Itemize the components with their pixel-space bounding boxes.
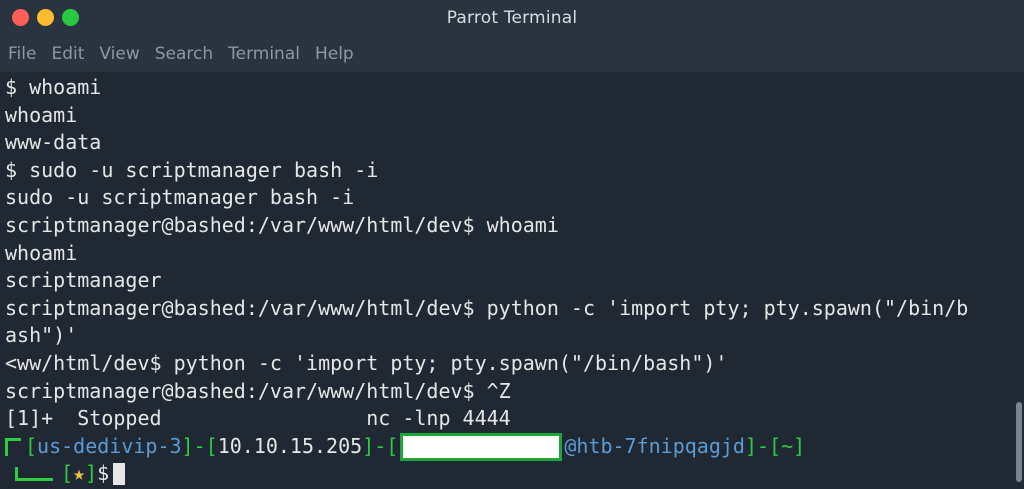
terminal-line: scriptmanager@bashed:/var/www/html/dev$ … [5, 212, 559, 237]
scrollbar-thumb[interactable] [1016, 402, 1022, 482]
terminal-line: $ sudo -u scriptmanager bash -i [5, 157, 379, 182]
prompt-at-host: @htb-7fnipqagjd [564, 433, 745, 458]
prompt-corner-bottom [15, 467, 53, 482]
title-bar: Parrot Terminal [0, 0, 1024, 36]
window-title: Parrot Terminal [446, 8, 578, 28]
terminal-line: [1]+ Stopped nc -lnp 4444 [5, 406, 511, 431]
prompt-bracket: ] [181, 433, 194, 458]
menu-file[interactable]: File [8, 44, 36, 64]
prompt-corner-top [5, 437, 21, 456]
terminal-line: www-data [5, 130, 102, 155]
terminal-scrollbar[interactable] [1014, 72, 1024, 489]
terminal-line: scriptmanager [5, 268, 162, 293]
minimize-button[interactable] [37, 9, 54, 26]
terminal-line: whoami [5, 240, 78, 265]
prompt-bracket: [ [61, 461, 74, 486]
prompt-bracket: ] [744, 433, 757, 458]
terminal-line: $ whoami [5, 75, 102, 99]
menu-view[interactable]: View [99, 44, 139, 64]
terminal-output[interactable]: $ whoami whoami www-data $ sudo -u scrip… [0, 72, 1014, 489]
prompt-ip: 10.10.15.205 [217, 433, 363, 458]
menu-bar: File Edit View Search Terminal Help [0, 36, 1024, 72]
menu-help[interactable]: Help [315, 44, 354, 64]
prompt-host: us-dedivip-3 [37, 433, 182, 458]
prompt-bracket: [ [386, 433, 399, 458]
text-cursor [113, 463, 126, 486]
redacted-username-box [400, 432, 563, 461]
prompt-bracket: [ [25, 433, 38, 458]
terminal-line: sudo -u scriptmanager bash -i [5, 185, 355, 210]
terminal-line: <ww/html/dev$ python -c 'import pty; pty… [5, 350, 728, 375]
window-controls [12, 9, 79, 26]
menu-edit[interactable]: Edit [51, 44, 84, 64]
prompt-line-2: [★] $ [5, 460, 1014, 488]
close-button[interactable] [12, 9, 29, 26]
prompt-bracket: ] [362, 433, 375, 458]
prompt-dash: - [193, 433, 206, 458]
prompt-line-1: [us-dedivip-3] -[10.10.15.205] -[@htb-7fni… [5, 432, 1014, 461]
prompt-dash: - [374, 433, 387, 458]
prompt-dash: - [757, 433, 770, 458]
menu-terminal[interactable]: Terminal [228, 44, 300, 64]
prompt-bracket: [ [769, 433, 782, 458]
prompt-bracket: ] [85, 461, 98, 486]
maximize-button[interactable] [62, 9, 79, 26]
terminal-line: whoami [5, 102, 78, 127]
prompt-bracket: ] [793, 433, 806, 458]
star-icon: ★ [73, 461, 86, 486]
prompt-dir: ~ [781, 433, 794, 458]
terminal-line: scriptmanager@bashed:/var/www/html/dev$ … [5, 378, 511, 403]
menu-search[interactable]: Search [155, 44, 213, 64]
terminal-line: ash")' [5, 323, 78, 348]
prompt-dollar: $ [97, 461, 110, 486]
terminal-line: scriptmanager@bashed:/var/www/html/dev$ … [5, 295, 969, 320]
prompt-bracket: [ [205, 433, 218, 458]
